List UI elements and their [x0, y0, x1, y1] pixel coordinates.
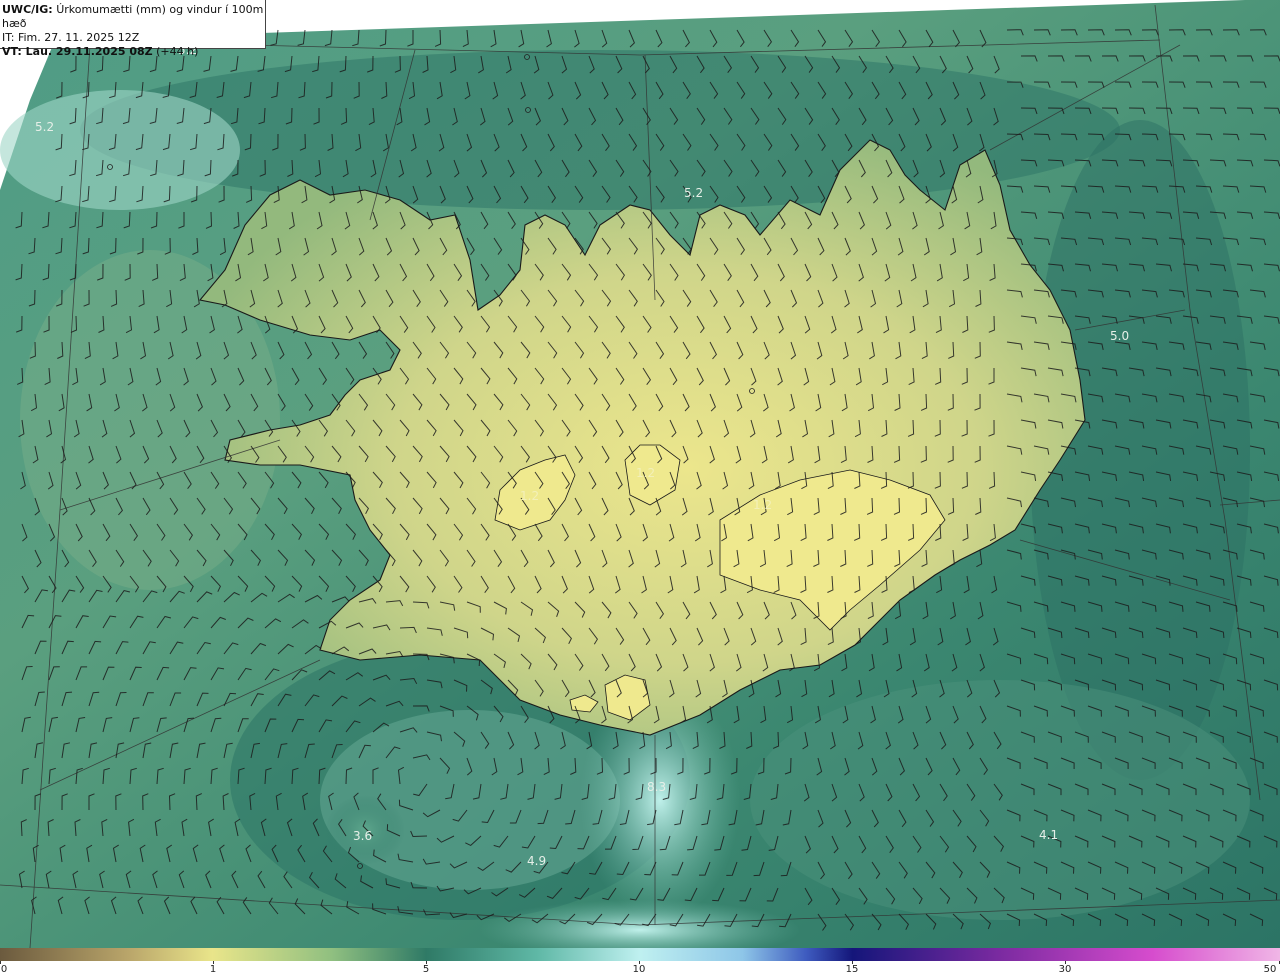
precipitation-map[interactable]: 5.2 5.2 5.2 5.0 1.2 1.2 1.2 8.3 3.6 4.9 …: [0, 0, 1280, 948]
map-value-label: 5.2: [684, 186, 703, 200]
colorbar: [0, 948, 1280, 961]
map-header: UWC/IG: Úrkomumætti (mm) og vindur í 100…: [0, 0, 266, 58]
colorbar-tick-label: 50: [1263, 964, 1277, 975]
forecast-offset: (+44 h): [156, 45, 199, 58]
map-value-label: 3.6: [353, 829, 372, 843]
sea-band-southeast: [750, 680, 1250, 920]
model-name: UWC/IG:: [2, 3, 53, 16]
colorbar-tick-label: 10: [632, 964, 646, 975]
colorbar-tick-label: 30: [1058, 964, 1072, 975]
map-value-label: 4.1: [1039, 828, 1058, 842]
colorbar-tick-label: 1: [209, 964, 217, 975]
map-value-label: 1.2: [636, 466, 655, 480]
map-value-label: 8.3: [647, 780, 666, 794]
map-value-label: 5.2: [35, 120, 54, 134]
map-value-label: 1.2: [753, 498, 772, 512]
valid-time: VT: Lau. 29.11.2025 08Z: [2, 45, 153, 58]
colorbar-legend: 0 1 5 10 15 30 50: [0, 948, 1280, 978]
map-value-label: 1.2: [520, 489, 539, 503]
map-value-label: 4.9: [527, 854, 546, 868]
colorbar-tick-label: 0: [0, 964, 8, 975]
header-line-init-time: IT: Fim. 27. 11. 2025 12Z: [2, 31, 140, 44]
header-line-valid-time: VT: Lau. 29.11.2025 08Z (+44 h): [2, 45, 265, 59]
header-line-title: UWC/IG: Úrkomumætti (mm) og vindur í 100…: [2, 3, 265, 31]
colorbar-tick-label: 5: [422, 964, 430, 975]
colorbar-tick-label: 15: [845, 964, 859, 975]
sea-band-northwest: [0, 90, 240, 210]
map-value-label: 5.0: [1110, 329, 1129, 343]
